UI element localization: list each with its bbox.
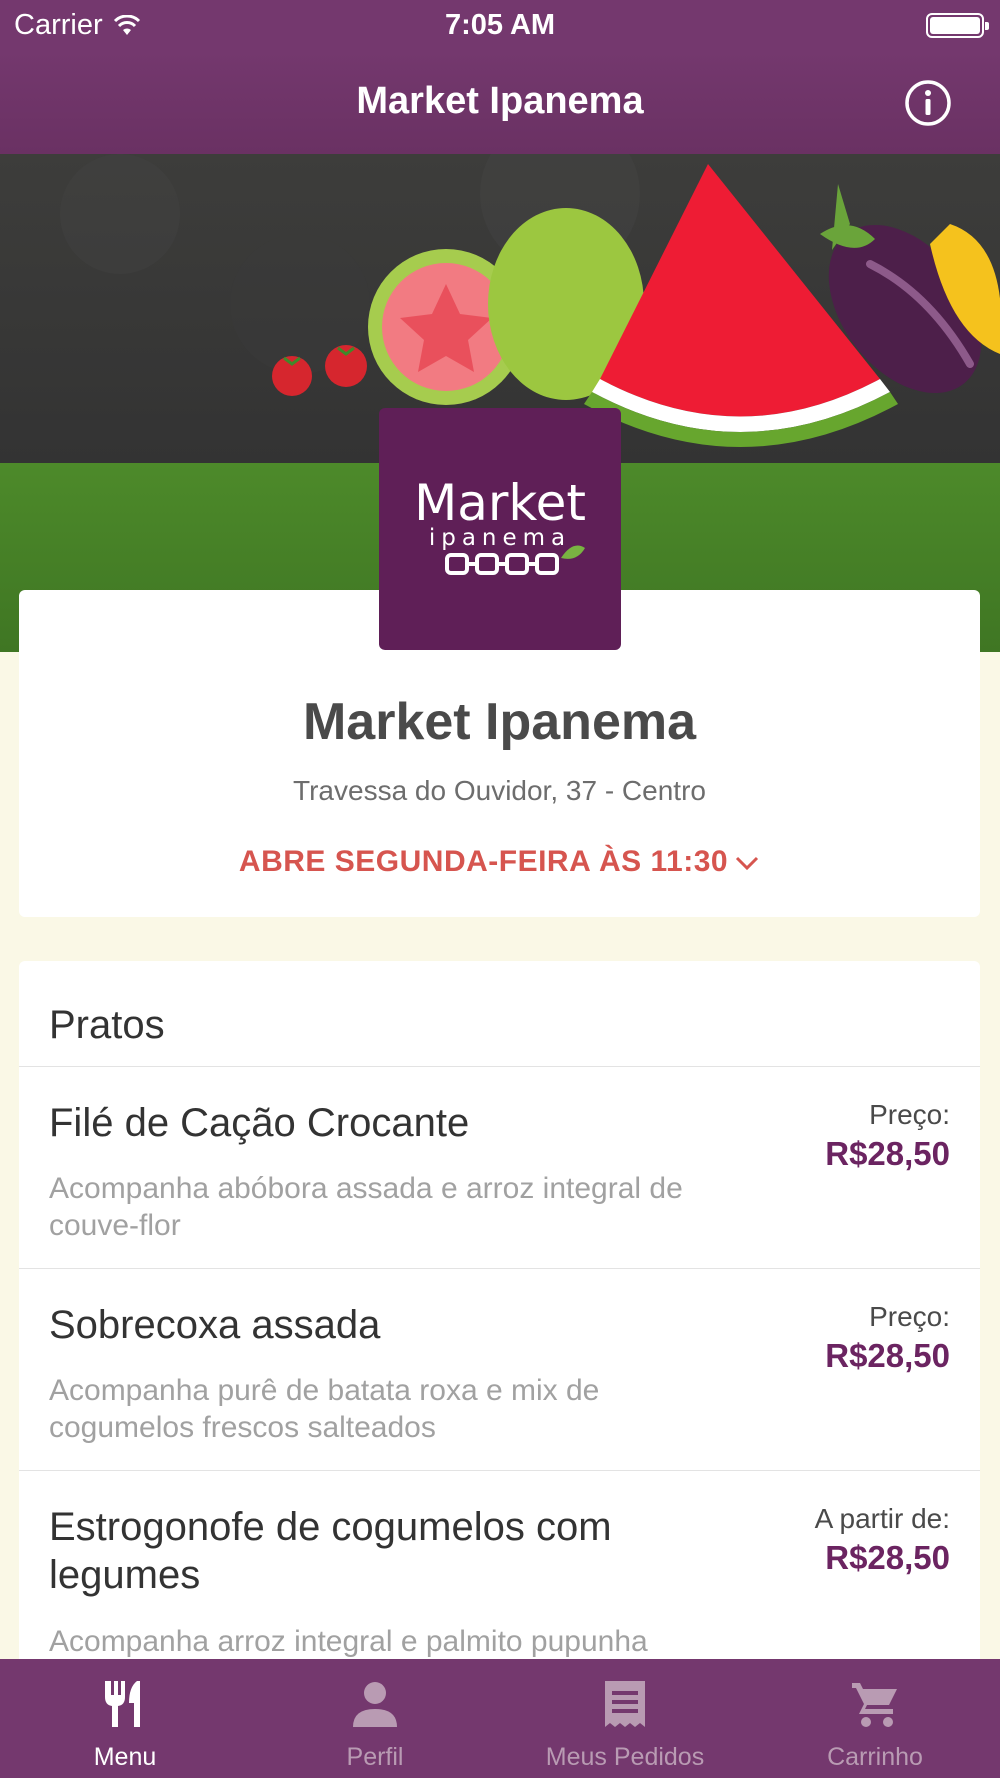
item-name: Estrogonofe de cogumelos com legumes <box>49 1505 612 1597</box>
item-price: R$28,50 <box>825 1539 950 1576</box>
restaurant-name: Market Ipanema <box>302 693 697 751</box>
cart-icon <box>852 1683 897 1727</box>
tab-label: Menu <box>93 1743 157 1771</box>
opening-hours-toggle[interactable]: ABRE SEGUNDA-FEIRA ÀS 11:30 <box>19 845 980 879</box>
item-description: Acompanha abóbora assada e arroz integra… <box>49 1172 683 1242</box>
section-title: Pratos <box>19 961 980 1067</box>
info-icon[interactable] <box>904 79 952 127</box>
tab-menu[interactable]: Menu <box>0 1659 250 1778</box>
tab-label: Meus Pedidos <box>545 1743 705 1771</box>
battery-icon <box>926 13 989 38</box>
item-description: Acompanha arroz integral e palmito pupun… <box>49 1625 648 1658</box>
item-price: R$28,50 <box>825 1337 950 1374</box>
item-price: R$28,50 <box>825 1135 950 1172</box>
person-icon <box>353 1682 397 1727</box>
item-name: Filé de Cação Crocante <box>49 1101 470 1145</box>
restaurant-logo: Market ipanema <box>379 408 621 650</box>
menu-item[interactable]: Filé de Cação Crocante Acompanha abóbora… <box>19 1067 980 1269</box>
tab-bar: Menu Perfil Meus Pedidos Carrinho <box>0 1659 1000 1778</box>
nav-title: Market Ipanema <box>356 80 644 122</box>
logo-mark: Market ipanema <box>414 474 586 575</box>
menu-list: Pratos Filé de Cação Crocante Acompanha … <box>19 961 980 1721</box>
tab-label: Carrinho <box>827 1743 923 1771</box>
chevron-down-icon <box>736 857 759 871</box>
menu-item[interactable]: Sobrecoxa assada Acompanha purê de batat… <box>19 1269 980 1471</box>
tab-meus-pedidos[interactable]: Meus Pedidos <box>500 1659 750 1778</box>
tab-label: Perfil <box>346 1743 404 1771</box>
fork-knife-icon <box>105 1681 140 1727</box>
navigation-bar: Market Ipanema <box>0 50 1000 154</box>
item-description: Acompanha purê de batata roxa e mix de c… <box>49 1374 600 1444</box>
price-label: Preço: <box>869 1099 950 1130</box>
opening-hours-text: ABRE SEGUNDA-FEIRA ÀS 11:30 <box>238 845 729 878</box>
clock: 7:05 AM <box>444 9 556 41</box>
price-label: A partir de: <box>814 1503 950 1534</box>
receipt-icon <box>605 1681 645 1727</box>
logo-word-ipanema: ipanema <box>429 525 571 551</box>
menu-item[interactable]: Estrogonofe de cogumelos com legumes Aco… <box>19 1471 980 1673</box>
item-name: Sobrecoxa assada <box>49 1303 381 1347</box>
status-bar: Carrier 7:05 AM <box>0 0 1000 50</box>
logo-word-market: Market <box>414 474 586 532</box>
restaurant-address: Travessa do Ouvidor, 37 - Centro <box>293 775 706 806</box>
tab-perfil[interactable]: Perfil <box>250 1659 500 1778</box>
price-label: Preço: <box>869 1301 950 1332</box>
tab-carrinho[interactable]: Carrinho <box>750 1659 1000 1778</box>
